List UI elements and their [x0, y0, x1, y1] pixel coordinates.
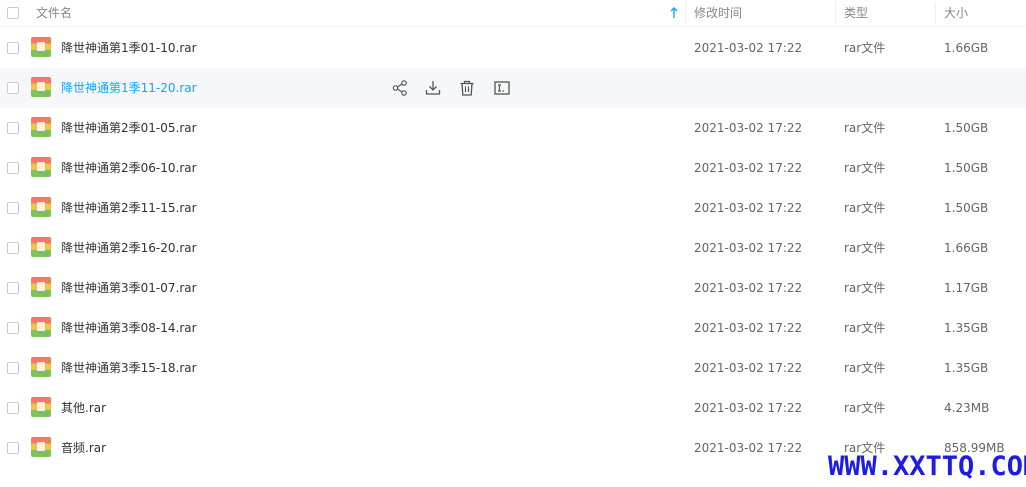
- file-row[interactable]: 降世神通第3季08-14.rar 2021-03-02 17:22 rar文件 …: [0, 308, 1026, 348]
- file-type: rar文件: [844, 161, 886, 175]
- delete-icon[interactable]: [458, 79, 476, 97]
- file-row[interactable]: 降世神通第2季06-10.rar 2021-03-02 17:22 rar文件 …: [0, 148, 1026, 188]
- file-size: 4.23MB: [944, 401, 990, 415]
- column-header-size[interactable]: 大小: [944, 0, 968, 26]
- row-checkbox[interactable]: [7, 42, 19, 54]
- row-checkbox[interactable]: [7, 162, 19, 174]
- rar-file-icon: [31, 37, 51, 57]
- file-name[interactable]: 降世神通第3季08-14.rar: [61, 308, 197, 348]
- file-size: 1.50GB: [944, 201, 989, 215]
- file-modified-time: 2021-03-02 17:22: [694, 121, 803, 135]
- file-modified-time: 2021-03-02 17:22: [694, 361, 803, 375]
- file-modified-time: 2021-03-02 17:22: [694, 161, 803, 175]
- file-row[interactable]: 降世神通第2季16-20.rar 2021-03-02 17:22 rar文件 …: [0, 228, 1026, 268]
- rar-file-icon: [31, 397, 51, 417]
- file-type: rar文件: [844, 41, 886, 55]
- file-row[interactable]: 降世神通第1季11-20.rar: [0, 68, 1026, 108]
- rar-file-icon: [31, 237, 51, 257]
- share-icon[interactable]: [391, 79, 409, 97]
- file-size: 1.50GB: [944, 161, 989, 175]
- site-watermark: WWW.XXTTQ.COM: [828, 451, 1026, 482]
- row-checkbox[interactable]: [7, 202, 19, 214]
- file-size: 1.66GB: [944, 41, 989, 55]
- file-row[interactable]: 降世神通第2季01-05.rar 2021-03-02 17:22 rar文件 …: [0, 108, 1026, 148]
- file-size: 1.35GB: [944, 321, 989, 335]
- file-type: rar文件: [844, 281, 886, 295]
- file-row[interactable]: 降世神通第1季01-10.rar 2021-03-02 17:22 rar文件 …: [0, 28, 1026, 68]
- column-header-time[interactable]: 修改时间: [694, 0, 742, 26]
- file-type: rar文件: [844, 361, 886, 375]
- file-type: rar文件: [844, 401, 886, 415]
- rar-file-icon: [31, 357, 51, 377]
- file-row[interactable]: 降世神通第3季15-18.rar 2021-03-02 17:22 rar文件 …: [0, 348, 1026, 388]
- row-checkbox[interactable]: [7, 122, 19, 134]
- file-type: rar文件: [844, 321, 886, 335]
- file-name[interactable]: 降世神通第2季06-10.rar: [61, 148, 197, 188]
- rar-file-icon: [31, 277, 51, 297]
- file-type: rar文件: [844, 241, 886, 255]
- file-name[interactable]: 降世神通第2季16-20.rar: [61, 228, 197, 268]
- file-name[interactable]: 降世神通第2季11-15.rar: [61, 188, 197, 228]
- file-modified-time: 2021-03-02 17:22: [694, 281, 803, 295]
- file-name[interactable]: 其他.rar: [61, 388, 106, 428]
- file-list-header: 文件名 修改时间 类型 大小: [0, 0, 1026, 27]
- file-name[interactable]: 降世神通第1季11-20.rar: [61, 68, 197, 108]
- rename-icon[interactable]: [493, 79, 511, 97]
- row-checkbox[interactable]: [7, 362, 19, 374]
- file-type: rar文件: [844, 201, 886, 215]
- rar-file-icon: [31, 77, 51, 97]
- file-type: rar文件: [844, 121, 886, 135]
- file-row[interactable]: 降世神通第2季11-15.rar 2021-03-02 17:22 rar文件 …: [0, 188, 1026, 228]
- row-checkbox[interactable]: [7, 282, 19, 294]
- rar-file-icon: [31, 437, 51, 457]
- file-size: 1.66GB: [944, 241, 989, 255]
- file-modified-time: 2021-03-02 17:22: [694, 41, 803, 55]
- file-modified-time: 2021-03-02 17:22: [694, 401, 803, 415]
- file-size: 1.35GB: [944, 361, 989, 375]
- arrow-up-icon[interactable]: [669, 1, 679, 27]
- file-row[interactable]: 其他.rar 2021-03-02 17:22 rar文件 4.23MB: [0, 388, 1026, 428]
- row-checkbox[interactable]: [7, 242, 19, 254]
- download-icon[interactable]: [424, 79, 442, 97]
- rar-file-icon: [31, 117, 51, 137]
- file-name[interactable]: 降世神通第3季15-18.rar: [61, 348, 197, 388]
- column-header-name[interactable]: 文件名: [36, 0, 72, 26]
- rar-file-icon: [31, 157, 51, 177]
- row-checkbox[interactable]: [7, 402, 19, 414]
- row-checkbox[interactable]: [7, 442, 19, 454]
- file-modified-time: 2021-03-02 17:22: [694, 241, 803, 255]
- file-modified-time: 2021-03-02 17:22: [694, 201, 803, 215]
- file-modified-time: 2021-03-02 17:22: [694, 441, 803, 455]
- row-checkbox[interactable]: [7, 322, 19, 334]
- file-row[interactable]: 降世神通第3季01-07.rar 2021-03-02 17:22 rar文件 …: [0, 268, 1026, 308]
- file-name[interactable]: 音频.rar: [61, 428, 106, 468]
- rar-file-icon: [31, 317, 51, 337]
- row-checkbox[interactable]: [7, 82, 19, 94]
- column-header-type[interactable]: 类型: [844, 0, 868, 26]
- file-size: 1.50GB: [944, 121, 989, 135]
- file-modified-time: 2021-03-02 17:22: [694, 321, 803, 335]
- file-size: 1.17GB: [944, 281, 989, 295]
- file-name[interactable]: 降世神通第1季01-10.rar: [61, 28, 197, 68]
- file-name[interactable]: 降世神通第2季01-05.rar: [61, 108, 197, 148]
- file-name[interactable]: 降世神通第3季01-07.rar: [61, 268, 197, 308]
- select-all-checkbox[interactable]: [7, 7, 19, 19]
- rar-file-icon: [31, 197, 51, 217]
